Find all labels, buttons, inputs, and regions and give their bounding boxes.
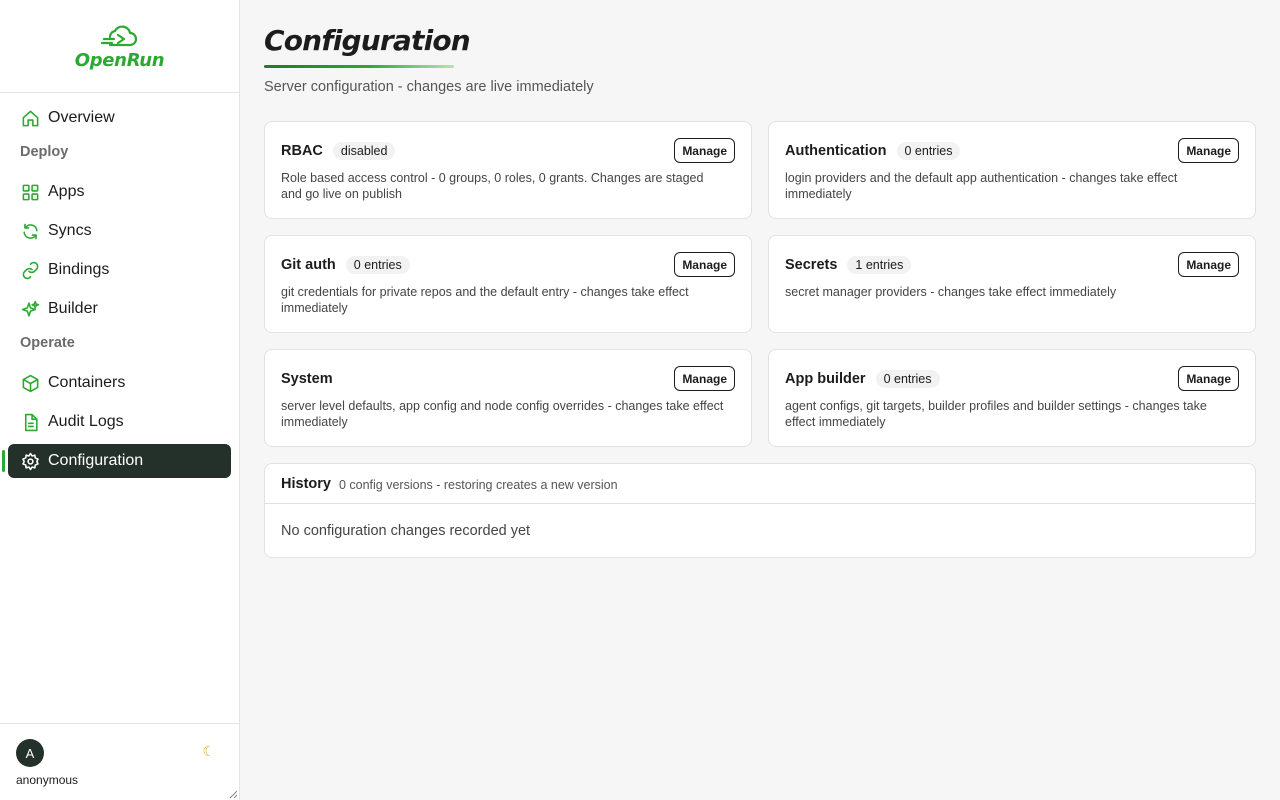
- link-icon: [20, 260, 40, 280]
- nav-item-label: Builder: [48, 300, 98, 317]
- status-badge: 0 entries: [875, 370, 940, 388]
- status-badge: disabled: [332, 142, 396, 160]
- card-description: server level defaults, app config and no…: [281, 399, 724, 429]
- history-title: History: [281, 475, 331, 492]
- manage-git-auth-button[interactable]: Manage: [674, 252, 735, 277]
- history-header: History 0 config versions - restoring cr…: [265, 464, 1255, 504]
- main-nav: Overview Deploy Apps Syncs Bindings Buil…: [0, 93, 239, 478]
- page-title: Configuration: [264, 24, 471, 57]
- nav-item-syncs[interactable]: Syncs: [8, 214, 231, 248]
- gear-icon: [20, 451, 40, 471]
- manage-app-builder-button[interactable]: Manage: [1178, 366, 1239, 391]
- logo[interactable]: OpenRun: [0, 0, 239, 93]
- cloud-logo-icon: [100, 25, 137, 47]
- nav-item-containers[interactable]: Containers: [8, 366, 231, 400]
- nav-item-apps[interactable]: Apps: [8, 175, 231, 209]
- card-description: Role based access control - 0 groups, 0 …: [281, 171, 704, 201]
- nav-item-label: Overview: [48, 109, 115, 126]
- nav-section-deploy: Deploy: [20, 144, 69, 160]
- status-badge: 0 entries: [345, 256, 410, 274]
- nav-item-label: Configuration: [48, 452, 144, 469]
- card-secrets: Secrets 1 entries Manage secret manager …: [768, 235, 1256, 333]
- history-panel: History 0 config versions - restoring cr…: [264, 463, 1256, 558]
- status-badge: 0 entries: [896, 142, 961, 160]
- refresh-icon: [20, 221, 40, 241]
- nav-item-overview[interactable]: Overview: [8, 101, 231, 135]
- nav-item-builder[interactable]: Builder: [8, 292, 231, 326]
- home-icon: [20, 108, 40, 128]
- file-text-icon: [20, 412, 40, 432]
- config-cards: RBAC disabled Manage Role based access c…: [264, 121, 1256, 447]
- card-title: RBAC: [281, 143, 323, 159]
- nav-item-configuration[interactable]: Configuration: [2, 444, 231, 478]
- card-title: App builder: [785, 371, 866, 387]
- card-title: Authentication: [785, 143, 887, 159]
- title-underline: [264, 65, 454, 68]
- sidebar: OpenRun Overview Deploy Apps Syncs Bindi…: [0, 0, 240, 800]
- resize-handle-icon[interactable]: [229, 790, 237, 798]
- box-icon: [20, 373, 40, 393]
- nav-item-label: Syncs: [48, 222, 92, 239]
- nav-section-operate: Operate: [20, 335, 75, 351]
- avatar[interactable]: A: [16, 739, 44, 767]
- nav-item-audit-logs[interactable]: Audit Logs: [8, 405, 231, 439]
- nav-item-label: Audit Logs: [48, 413, 124, 430]
- card-rbac: RBAC disabled Manage Role based access c…: [264, 121, 752, 219]
- card-system: System Manage server level defaults, app…: [264, 349, 752, 447]
- card-app-builder: App builder 0 entries Manage agent confi…: [768, 349, 1256, 447]
- card-title: Secrets: [785, 257, 838, 273]
- status-badge: 1 entries: [847, 256, 912, 274]
- nav-item-label: Bindings: [48, 261, 110, 278]
- nav-item-label: Apps: [48, 183, 85, 200]
- manage-system-button[interactable]: Manage: [674, 366, 735, 391]
- moon-icon[interactable]: ☾: [202, 743, 215, 760]
- card-description: secret manager providers - changes take …: [785, 285, 1117, 299]
- user-area: A ☾ anonymous: [0, 723, 239, 800]
- card-description: git credentials for private repos and th…: [281, 285, 689, 315]
- brand-name: OpenRun: [74, 50, 165, 71]
- nav-item-label: Containers: [48, 374, 126, 391]
- card-title: System: [281, 371, 333, 387]
- history-empty-message: No configuration changes recorded yet: [281, 523, 531, 539]
- card-description: agent configs, git targets, builder prof…: [785, 399, 1207, 429]
- card-description: login providers and the default app auth…: [785, 171, 1178, 201]
- card-authentication: Authentication 0 entries Manage login pr…: [768, 121, 1256, 219]
- username: anonymous: [16, 773, 79, 787]
- sparkles-icon: [20, 299, 40, 319]
- manage-authentication-button[interactable]: Manage: [1178, 138, 1239, 163]
- history-subtitle: 0 config versions - restoring creates a …: [338, 477, 618, 492]
- card-title: Git auth: [281, 257, 336, 273]
- manage-rbac-button[interactable]: Manage: [674, 138, 735, 163]
- manage-secrets-button[interactable]: Manage: [1178, 252, 1239, 277]
- grid-icon: [20, 182, 40, 202]
- nav-item-bindings[interactable]: Bindings: [8, 253, 231, 287]
- page-subtitle: Server configuration - changes are live …: [264, 79, 594, 95]
- card-git-auth: Git auth 0 entries Manage git credential…: [264, 235, 752, 333]
